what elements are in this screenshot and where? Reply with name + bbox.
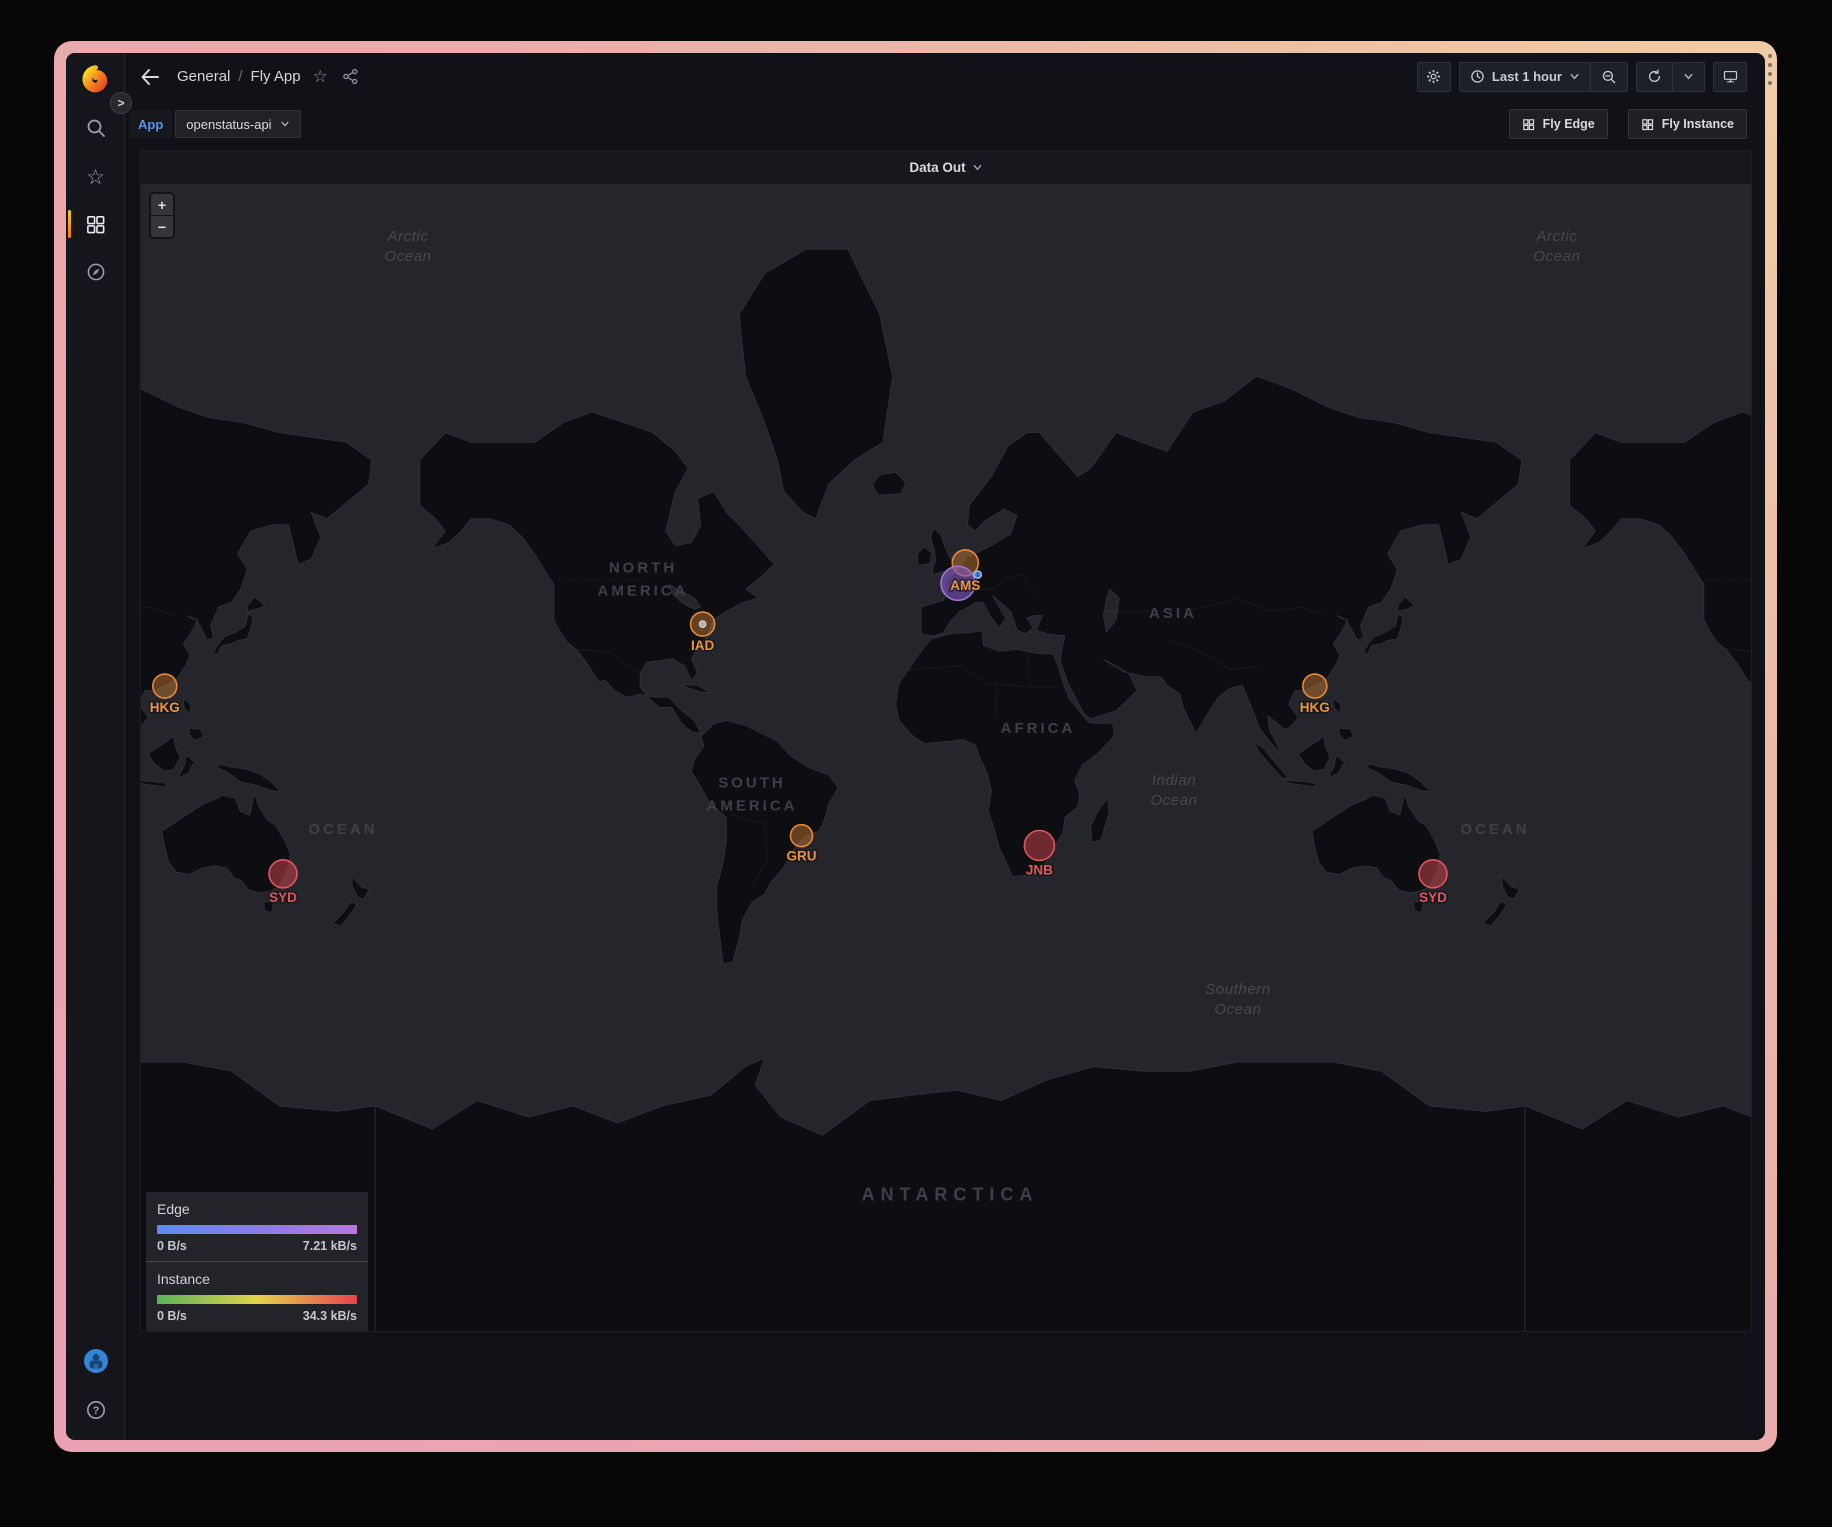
refresh-group — [1636, 62, 1705, 92]
window-grip-dots — [1768, 54, 1772, 85]
time-range-label: Last 1 hour — [1492, 69, 1562, 84]
breadcrumb-page[interactable]: Fly App — [251, 68, 301, 85]
sidebar-item-dashboards[interactable] — [66, 204, 125, 244]
fly-edge-label: Fly Edge — [1543, 117, 1595, 131]
map-zoom-in-button[interactable]: + — [151, 194, 173, 215]
svg-text:JNB: JNB — [1026, 863, 1053, 878]
cycle-view-mode-button[interactable] — [1713, 62, 1747, 92]
breadcrumb-separator: / — [238, 68, 242, 85]
legend-gradient-bar — [157, 1225, 357, 1234]
map-zoom-control: + − — [149, 192, 175, 239]
help-icon[interactable]: ? — [66, 1390, 125, 1430]
variables-row: App openstatus-api Fly Edge — [125, 100, 1765, 148]
panel-title: Data Out — [909, 160, 965, 175]
legend-title: Edge — [157, 1201, 357, 1217]
back-arrow-button[interactable] — [139, 66, 165, 88]
dashboard-settings-gear-button[interactable] — [1417, 62, 1451, 92]
geomap-panel: Data Out HKGHKGIADAMSGRUJNBSYDSYD Arctic… — [140, 150, 1752, 1332]
explore-compass-icon[interactable] — [66, 252, 125, 292]
legend-max: 34.3 kB/s — [303, 1309, 357, 1323]
app-variable-value: openstatus-api — [186, 117, 271, 132]
fly-instance-link-button[interactable]: Fly Instance — [1628, 109, 1747, 139]
zoom-out-time-button[interactable] — [1590, 63, 1627, 91]
time-range-group: Last 1 hour — [1459, 62, 1628, 92]
svg-text:?: ? — [92, 1405, 99, 1417]
legend-min: 0 B/s — [157, 1309, 187, 1323]
svg-text:HKG: HKG — [150, 700, 180, 715]
fly-instance-label: Fly Instance — [1662, 117, 1734, 131]
sidebar: > ☆ — [66, 53, 125, 1440]
panel-title-menu[interactable]: Data Out — [141, 151, 1751, 184]
svg-text:GRU: GRU — [787, 849, 817, 864]
legend-min: 0 B/s — [157, 1239, 187, 1253]
map-legend: Edge 0 B/s 7.21 kB/s Instance — [146, 1192, 368, 1331]
active-section-indicator — [68, 210, 71, 238]
fly-edge-link-button[interactable]: Fly Edge — [1509, 109, 1608, 139]
legend-title: Instance — [157, 1271, 357, 1287]
legend-max: 7.21 kB/s — [303, 1239, 357, 1253]
user-avatar[interactable] — [66, 1341, 125, 1381]
dashboard-area: Data Out HKGHKGIADAMSGRUJNBSYDSYD Arctic… — [125, 148, 1765, 1440]
svg-text:IAD: IAD — [691, 638, 715, 653]
share-icon[interactable] — [342, 68, 359, 85]
svg-text:HKG: HKG — [1300, 700, 1330, 715]
app-variable-dropdown[interactable]: openstatus-api — [175, 110, 300, 138]
breadcrumb-section[interactable]: General — [177, 68, 230, 85]
map-zoom-out-button[interactable]: − — [151, 216, 173, 237]
svg-text:SYD: SYD — [269, 890, 297, 905]
breadcrumb: General / Fly App — [177, 68, 301, 85]
legend-section-instance: Instance 0 B/s 34.3 kB/s — [146, 1261, 368, 1331]
top-navbar: General / Fly App ☆ — [125, 53, 1765, 100]
refresh-button[interactable] — [1637, 63, 1672, 91]
favorite-star-icon[interactable]: ☆ — [313, 67, 328, 87]
starred-dashboards-icon[interactable]: ☆ — [66, 157, 125, 197]
world-map-canvas[interactable]: HKGHKGIADAMSGRUJNBSYDSYD Arctic OceanArc… — [141, 184, 1751, 1331]
legend-section-edge: Edge 0 B/s 7.21 kB/s — [146, 1192, 368, 1261]
app-window: > ☆ — [54, 41, 1777, 1452]
search-icon[interactable] — [66, 108, 125, 148]
geomap-svg: HKG HKG IAD AMS GRU JNB SYD SYD — [141, 184, 1751, 1331]
time-range-picker[interactable]: Last 1 hour — [1460, 63, 1590, 91]
sidebar-expand-button[interactable]: > — [110, 92, 132, 114]
legend-gradient-bar — [157, 1295, 357, 1304]
variable-label: App — [129, 110, 172, 138]
svg-text:SYD: SYD — [1419, 890, 1447, 905]
svg-text:AMS: AMS — [950, 578, 980, 593]
refresh-interval-caret[interactable] — [1672, 63, 1704, 91]
